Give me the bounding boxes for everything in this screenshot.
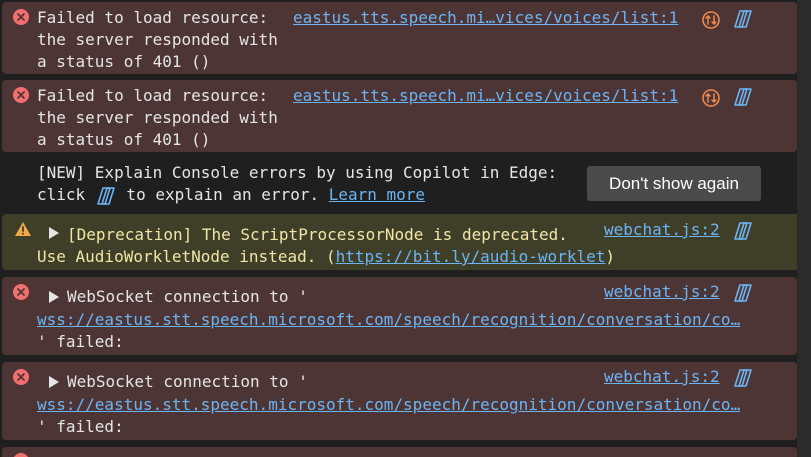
- message-text: Use AudioWorkletNode instead. (https://b…: [37, 246, 615, 269]
- websocket-url-link[interactable]: wss://eastus.stt.speech.microsoft.com/sp…: [37, 394, 740, 417]
- message-text: the server responded with: [37, 30, 278, 49]
- tip-text-after: to explain an error.: [116, 185, 329, 204]
- learn-more-link[interactable]: Learn more: [329, 185, 425, 204]
- console-message-error-partial: [2, 447, 797, 457]
- warning-icon: [14, 221, 32, 244]
- console-message-error: WebSocket connection to ' wss://eastus.s…: [2, 277, 797, 355]
- console-message-warning: [Deprecation] The ScriptProcessorNode is…: [2, 214, 811, 270]
- message-text-after: ): [605, 247, 615, 266]
- copilot-explain-icon[interactable]: [732, 368, 754, 388]
- message-text: Failed to load resource:: [37, 8, 269, 27]
- copilot-inline-icon: [95, 184, 117, 205]
- source-link[interactable]: eastus.tts.speech.mi…vices/voices/list:1: [293, 85, 678, 108]
- console-message-error: Failed to load resource: the server resp…: [2, 80, 797, 152]
- source-link[interactable]: eastus.tts.speech.mi…vices/voices/list:1: [293, 7, 678, 30]
- network-request-icon[interactable]: [701, 88, 721, 108]
- message-text: a status of 401 (): [37, 52, 211, 71]
- console-message-error: WebSocket connection to ' wss://eastus.s…: [2, 362, 797, 440]
- scrollbar-track[interactable]: [797, 0, 811, 457]
- message-text-before: Use AudioWorkletNode instead. (: [37, 247, 336, 266]
- source-link[interactable]: webchat.js:2: [604, 366, 720, 389]
- dont-show-again-button[interactable]: Don't show again: [587, 166, 761, 201]
- error-icon: [13, 453, 29, 457]
- message-text: Failed to load resource:: [37, 86, 269, 105]
- error-icon: [13, 87, 29, 103]
- expand-triangle-icon[interactable]: [48, 373, 60, 396]
- message-text: a status of 401 (): [37, 130, 211, 149]
- message-text: ' failed:: [37, 332, 124, 351]
- websocket-url-link[interactable]: wss://eastus.stt.speech.microsoft.com/sp…: [37, 309, 740, 332]
- message-text: [Deprecation] The ScriptProcessorNode is…: [67, 225, 568, 244]
- network-request-icon[interactable]: [701, 10, 721, 30]
- message-text: the server responded with: [37, 108, 278, 127]
- error-icon: [13, 369, 29, 385]
- deprecation-link[interactable]: https://bit.ly/audio-worklet: [336, 247, 606, 266]
- copilot-explain-icon[interactable]: [732, 283, 754, 303]
- error-icon: [13, 284, 29, 300]
- tip-text: [NEW] Explain Console errors by using Co…: [37, 163, 558, 182]
- tip-text-before: click: [37, 185, 95, 204]
- console-message-error: Failed to load resource: the server resp…: [2, 2, 797, 74]
- source-link[interactable]: webchat.js:2: [604, 219, 720, 242]
- copilot-explain-icon[interactable]: [732, 9, 754, 29]
- message-text: WebSocket connection to ': [67, 372, 308, 391]
- copilot-explain-icon[interactable]: [732, 221, 754, 241]
- tip-text: click to explain an error. Learn more: [37, 184, 425, 207]
- expand-triangle-icon[interactable]: [48, 224, 60, 247]
- source-link[interactable]: webchat.js:2: [604, 281, 720, 304]
- copilot-explain-icon[interactable]: [732, 87, 754, 107]
- console-panel: Failed to load resource: the server resp…: [0, 0, 811, 457]
- error-icon: [13, 9, 29, 25]
- expand-triangle-icon[interactable]: [48, 288, 60, 311]
- message-text: ' failed:: [37, 417, 124, 436]
- message-text: WebSocket connection to ': [67, 287, 308, 306]
